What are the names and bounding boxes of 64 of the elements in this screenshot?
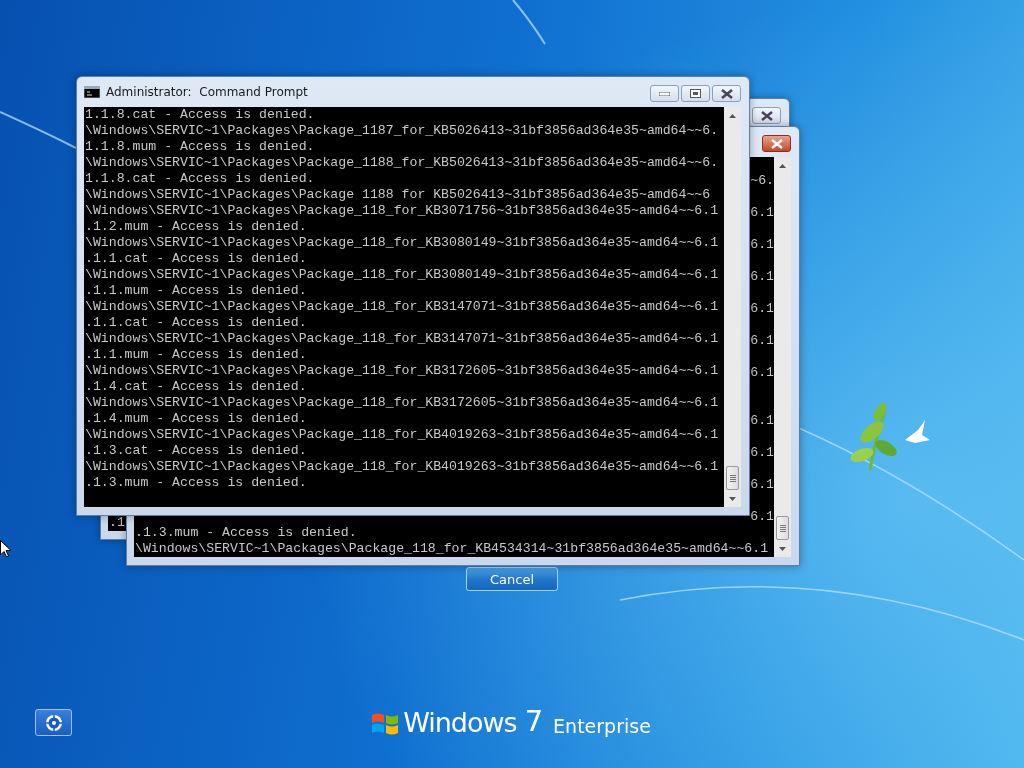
console-line: .1.3.mum - Access is denied. <box>85 475 307 490</box>
console-line: \Windows\SERVIC~1\Packages\Package_118_for_KB3071756~31bf3856ad364e35~amd64~~6.1 <box>85 203 719 218</box>
close-icon <box>760 110 773 121</box>
console-icon <box>84 86 100 98</box>
close-icon <box>720 88 733 99</box>
console-line: 6.1 <box>750 333 774 348</box>
console-line: \Windows\SERVIC~1\Packages\Package_118_for_KB3147071~31bf3856ad364e35~amd64~~6.1 <box>85 299 719 314</box>
console-line: \Windows\SERVIC~1\Packages\Package_118_for_KB3080149~31bf3856ad364e35~amd64~~6.1 <box>85 235 719 250</box>
console-line: 6.1 <box>750 301 774 316</box>
console-line: \Windows\SERVIC~1\Packages\Package_118_for_KB3172605~31bf3856ad364e35~amd64~~6.1 <box>85 395 719 410</box>
console-line: .1.1.cat - Access is denied. <box>85 315 307 330</box>
console-line: 6.1 <box>750 477 774 492</box>
console-line: 6.1 <box>750 269 774 284</box>
scroll-down-icon <box>729 496 736 501</box>
console-line: \Windows\SERVIC~1\Packages\Package_118_for_KB4534314~31bf3856ad364e35~amd64~~6.1 <box>135 541 769 556</box>
console-line: \Windows\SERVIC~1\Packages\Package_118_for_KB3147071~31bf3856ad364e35~amd64~~6.1 <box>85 331 719 346</box>
console-line: 6.1 <box>750 413 774 428</box>
console-line: .1.4.mum - Access is denied. <box>85 411 307 426</box>
scroll-down-icon <box>779 546 786 551</box>
console-line: 6.1 <box>750 365 774 380</box>
scroll-thumb[interactable] <box>776 516 789 540</box>
console-line: 6.1 <box>750 509 774 524</box>
cursor-icon <box>0 540 12 558</box>
console-line: \Windows\SERVIC~1\Packages\Package_1187_for_KB5026413~31bf3856ad364e35~amd64~~6. <box>85 123 719 138</box>
console-line: .1.2.mum - Access is denied. <box>85 219 307 234</box>
console-line: \Windows\SERVIC~1\Packages\Package_1188_for_KB5026413~31bf3856ad364e35~amd64~~6. <box>85 155 719 170</box>
scroll-up-icon <box>779 163 786 168</box>
console-line: 1.1.8.mum - Access is denied. <box>85 139 315 154</box>
console-line: 1.1.8.cat - Access is denied. <box>85 107 315 122</box>
console-line: \Windows\SERVIC~1\Packages\Package_118_for_KB3080149~31bf3856ad364e35~amd64~~6.1 <box>85 267 719 282</box>
maximize-button[interactable] <box>681 85 710 102</box>
console-line: 6.1 <box>750 445 774 460</box>
edition-name: Enterprise <box>553 714 651 737</box>
ease-of-access-button[interactable] <box>35 709 72 736</box>
close-button[interactable] <box>712 85 741 102</box>
console-line: ~6. <box>750 173 774 188</box>
minimize-icon <box>659 91 670 96</box>
window-title: Administrator: Command Prompt <box>106 86 308 98</box>
console-line: .1.1.cat - Access is denied. <box>85 251 307 266</box>
console-line: .1.3.cat - Access is denied. <box>85 443 307 458</box>
console-line: \Windows\SERVIC~1\Packages\Package_118_for_KB3172605~31bf3856ad364e35~amd64~~6.1 <box>85 363 719 378</box>
accessibility-icon <box>44 713 63 732</box>
close-icon <box>770 138 783 149</box>
console-line: \Windows\SERVIC~1\Packages\Package 1188 for KB5026413~31bf3856ad364e35~amd64~~6 <box>85 187 711 202</box>
console-line: \Windows\SERVIC~1\Packages\Package_118_for_KB4019263~31bf3856ad364e35~amd64~~6.1 <box>85 427 719 442</box>
grip-icon <box>779 524 786 532</box>
close-button[interactable] <box>762 135 791 152</box>
console-line: .1.1.mum - Access is denied. <box>85 347 307 362</box>
console-line: .1.1.mum - Access is denied. <box>85 283 307 298</box>
grip-icon <box>729 474 736 482</box>
console-line: .1.4.cat - Access is denied. <box>85 379 307 394</box>
console-line: 1.1.8.cat - Access is denied. <box>85 171 315 186</box>
cancel-button[interactable]: Cancel <box>466 567 558 591</box>
console-line: 6.1 <box>750 205 774 220</box>
version-number: 7 <box>524 703 544 738</box>
brand-name: Windows <box>403 707 517 738</box>
close-button[interactable] <box>752 107 781 124</box>
console-line: .1 <box>109 515 125 530</box>
maximize-icon <box>690 89 701 98</box>
console-line: \Windows\SERVIC~1\Packages\Package_118_for_KB4019263~31bf3856ad364e35~amd64~~6.1 <box>85 459 719 474</box>
scroll-thumb[interactable] <box>726 466 739 490</box>
scroll-up-icon <box>729 113 736 118</box>
console-line: 6.1 <box>750 237 774 252</box>
console-line: .1.3.mum - Access is denied. <box>135 525 357 540</box>
